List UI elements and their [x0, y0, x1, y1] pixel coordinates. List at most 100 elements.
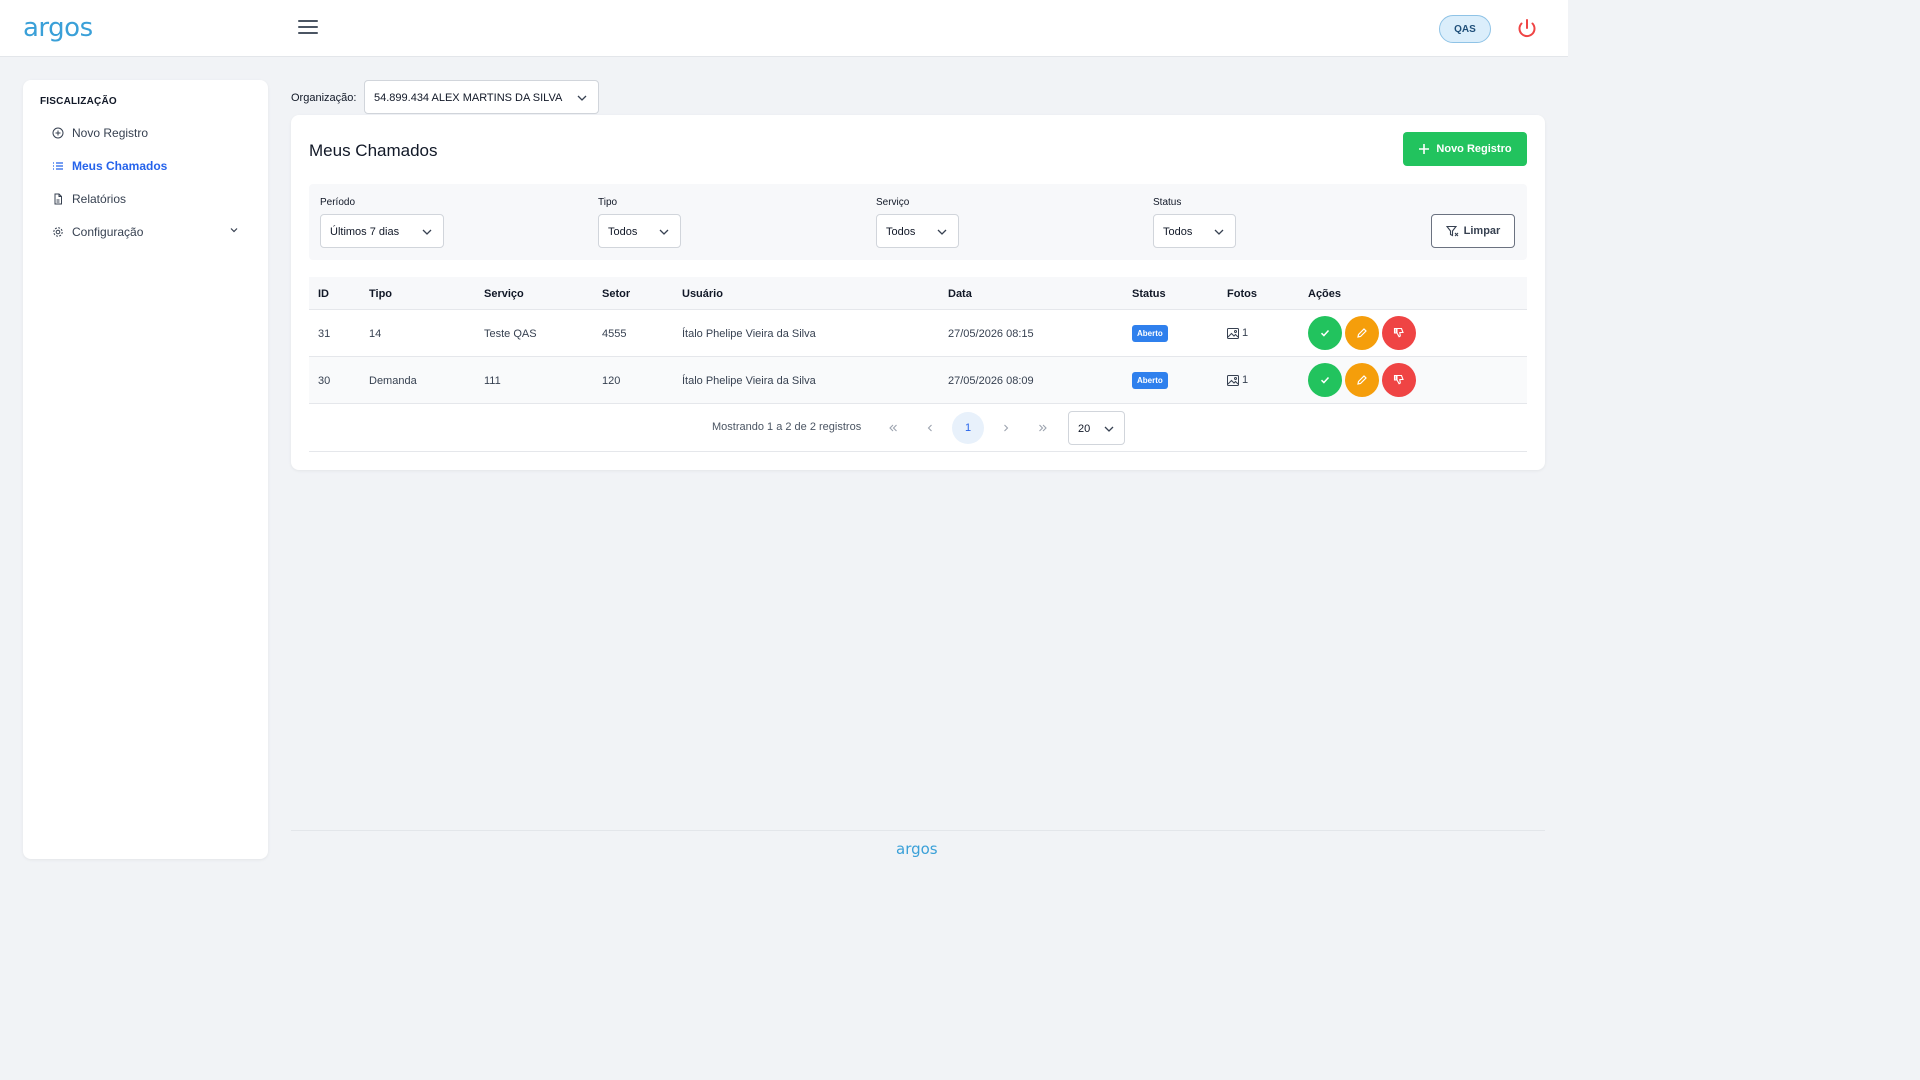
clear-filters-button[interactable]: Limpar — [1431, 214, 1515, 248]
cell-setor: 120 — [602, 375, 621, 387]
cell-tipo: 14 — [369, 328, 382, 340]
list-icon — [53, 162, 63, 170]
filter-tipo-label: Tipo — [598, 197, 618, 208]
photos-link[interactable]: 1 — [1227, 327, 1248, 339]
chevron-down-icon[interactable] — [228, 224, 240, 236]
main-card: Meus Chamados Novo Registro Período Últi… — [291, 115, 1545, 470]
organization-value: 54.899.434 ALEX MARTINS DA SILVA — [374, 92, 563, 104]
reject-button[interactable] — [1382, 363, 1416, 397]
cell-servico: Teste QAS — [484, 328, 537, 340]
approve-button[interactable] — [1308, 363, 1342, 397]
status-badge: Aberto — [1132, 325, 1168, 342]
sidebar-item-label: Novo Registro — [72, 126, 149, 140]
environment-badge: QAS — [1439, 15, 1491, 43]
sidebar-item-meus-chamados[interactable]: Meus Chamados — [52, 159, 167, 173]
filter-tipo-value: Todos — [608, 226, 638, 238]
page-button-current[interactable]: 1 — [952, 412, 984, 444]
footer-divider — [291, 830, 1545, 831]
filter-status-value: Todos — [1163, 226, 1193, 238]
filter-servico-value: Todos — [886, 226, 916, 238]
power-icon[interactable] — [1515, 17, 1539, 41]
last-page-button[interactable] — [1027, 412, 1059, 444]
sidebar-item-relatorios[interactable]: Relatórios — [52, 192, 126, 206]
edit-button[interactable] — [1345, 363, 1379, 397]
column-header[interactable]: Tipo — [369, 288, 392, 300]
sidebar-section-title: FISCALIZAÇÃO — [40, 96, 117, 107]
page-size-select[interactable]: 20 — [1068, 411, 1125, 445]
column-header[interactable]: Usuário — [682, 288, 723, 300]
pagination-info: Mostrando 1 a 2 de 2 registros — [712, 421, 862, 433]
sidebar-item-configuracao[interactable]: Configuração — [52, 225, 143, 239]
plus-circle-icon — [52, 127, 64, 139]
filters-panel: Período Últimos 7 dias Tipo Todos Serviç… — [309, 184, 1527, 260]
approve-button[interactable] — [1308, 316, 1342, 350]
filter-status-label: Status — [1153, 197, 1182, 208]
table-row[interactable]: 31 14 Teste QAS 4555 Ítalo Phelipe Vieir… — [309, 310, 1527, 357]
sidebar-item-label: Configuração — [72, 225, 144, 239]
new-record-button[interactable]: Novo Registro — [1403, 132, 1527, 166]
cell-servico: 111 — [484, 375, 501, 387]
sidebar-item-label: Relatórios — [72, 192, 127, 206]
photos-count: 1 — [1242, 374, 1249, 386]
chevron-down-icon — [577, 95, 587, 101]
organization-select[interactable]: 54.899.434 ALEX MARTINS DA SILVA — [364, 80, 599, 114]
image-icon — [1227, 374, 1239, 386]
file-icon — [54, 193, 62, 205]
cell-id: 31 — [318, 328, 331, 340]
tickets-table: ID Tipo Serviço Setor Usuário Data Statu… — [309, 277, 1527, 404]
sidebar-item-novo-registro[interactable]: Novo Registro — [52, 126, 148, 140]
next-page-button[interactable] — [990, 412, 1022, 444]
chevron-down-icon — [422, 229, 432, 235]
column-header[interactable]: Serviço — [484, 288, 524, 300]
chevron-left-icon — [927, 424, 932, 432]
first-page-button[interactable] — [877, 412, 909, 444]
chevron-down-icon — [1214, 229, 1224, 235]
check-icon — [1320, 329, 1330, 337]
photos-link[interactable]: 1 — [1227, 374, 1248, 386]
filter-servico-label: Serviço — [876, 197, 910, 208]
image-icon — [1227, 327, 1239, 339]
sidebar: FISCALIZAÇÃO Novo Registro Meus Chamados… — [23, 80, 268, 859]
menu-toggle-icon[interactable] — [298, 20, 318, 36]
check-icon — [1320, 376, 1330, 384]
filter-periodo-label: Período — [320, 197, 356, 208]
pencil-icon — [1357, 328, 1367, 338]
cell-setor: 4555 — [602, 328, 627, 340]
column-header: Ações — [1308, 288, 1342, 300]
column-header[interactable]: ID — [318, 288, 329, 300]
filter-status-select[interactable]: Todos — [1153, 214, 1236, 248]
prev-page-button[interactable] — [914, 412, 946, 444]
page-size-value: 20 — [1078, 423, 1091, 435]
reject-button[interactable] — [1382, 316, 1416, 350]
chevrons-left-icon — [889, 424, 897, 432]
organization-label: Organização: — [291, 92, 357, 104]
chevron-down-icon — [659, 229, 669, 235]
chevrons-right-icon — [1039, 424, 1047, 432]
sidebar-item-label: Meus Chamados — [72, 159, 168, 173]
footer-logo: argos — [896, 840, 938, 858]
cell-tipo: Demanda — [369, 375, 417, 387]
gear-icon — [53, 227, 63, 237]
photos-count: 1 — [1242, 327, 1249, 339]
filter-tipo-select[interactable]: Todos — [598, 214, 681, 248]
thumbs-down-icon — [1393, 374, 1404, 385]
app-logo[interactable]: argos — [23, 13, 93, 43]
chevron-down-icon — [1104, 426, 1114, 432]
thumbs-down-icon — [1393, 327, 1404, 338]
column-header[interactable]: Status — [1132, 288, 1166, 300]
clear-filters-label: Limpar — [1463, 225, 1501, 237]
cell-data: 27/05/2026 08:15 — [948, 328, 1034, 340]
table-row[interactable]: 30 Demanda 111 120 Ítalo Phelipe Vieira … — [309, 357, 1527, 404]
new-record-label: Novo Registro — [1436, 143, 1512, 155]
column-header[interactable]: Data — [948, 288, 972, 300]
filter-servico-select[interactable]: Todos — [876, 214, 959, 248]
filter-clear-icon — [1445, 225, 1459, 236]
chevron-down-icon — [937, 229, 947, 235]
column-header[interactable]: Fotos — [1227, 288, 1257, 300]
filter-periodo-select[interactable]: Últimos 7 dias — [320, 214, 444, 248]
filter-periodo-value: Últimos 7 dias — [330, 226, 400, 238]
plus-icon — [1419, 144, 1430, 154]
column-header[interactable]: Setor — [602, 288, 630, 300]
pencil-icon — [1357, 375, 1367, 385]
edit-button[interactable] — [1345, 316, 1379, 350]
